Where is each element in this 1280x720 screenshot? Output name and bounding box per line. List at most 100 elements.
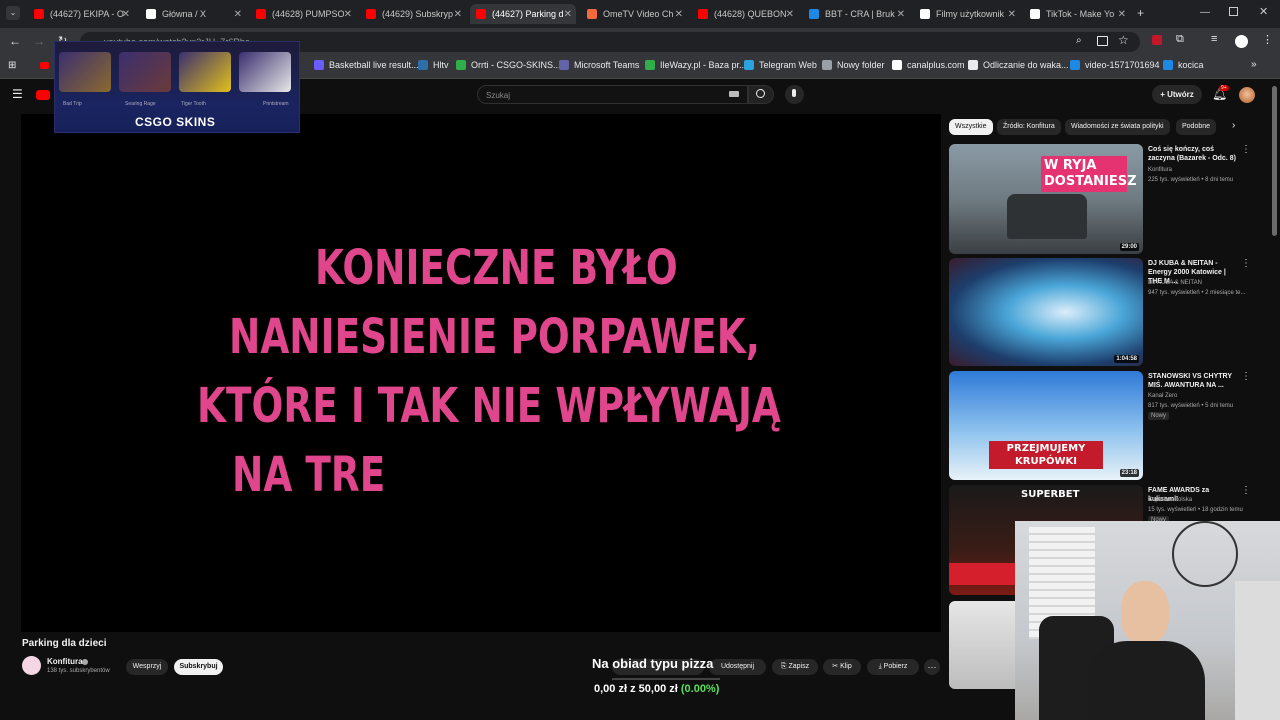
subscribe-button[interactable]: Subskrybuj xyxy=(174,659,223,675)
bookmark-item[interactable]: canalplus.com xyxy=(892,60,965,70)
skin-image-searing-rage xyxy=(119,52,171,92)
zoom-icon[interactable]: ⌕ xyxy=(1076,35,1082,46)
bookmark-item[interactable]: Hltv xyxy=(418,60,449,70)
chips-next-arrow-icon[interactable]: › xyxy=(1232,120,1235,131)
page-scrollbar[interactable] xyxy=(1272,86,1277,236)
download-button[interactable]: ⤓ Pobierz xyxy=(867,659,919,675)
streamer-webcam-overlay xyxy=(1015,521,1280,720)
profile-avatar[interactable] xyxy=(1235,35,1248,48)
browser-tab[interactable]: (44629) Subskryp ✕ xyxy=(360,4,466,24)
new-tab-button[interactable]: + xyxy=(1137,6,1144,20)
bookmark-youtube-icon[interactable] xyxy=(40,62,49,69)
chip-similar[interactable]: Podobne xyxy=(1176,119,1217,135)
related-video-channel[interactable]: Kanał Zero xyxy=(1148,393,1177,399)
browser-tab[interactable]: (44628) QUEBON ✕ xyxy=(692,4,798,24)
browser-tab[interactable]: (44627) EKIPA - O ✕ xyxy=(28,4,134,24)
chip-politics-news[interactable]: Wiadomości ze świata polityki xyxy=(1065,119,1170,135)
minimize-button[interactable]: — xyxy=(1200,7,1210,18)
browser-menu-icon[interactable]: ⋮ xyxy=(1262,33,1273,46)
bookmark-item[interactable]: Telegram Web xyxy=(744,60,817,70)
keyboard-icon[interactable] xyxy=(729,91,739,97)
related-video-thumbnail[interactable]: PRZEJMUJEMY KRUPÓWKI 23:18 xyxy=(949,371,1143,480)
tab-close-icon[interactable]: ✕ xyxy=(564,9,572,20)
search-button[interactable] xyxy=(748,85,774,104)
related-video-thumbnail[interactable]: 1:04:58 xyxy=(949,258,1143,366)
bookmark-item[interactable]: Odliczanie do waka... xyxy=(968,60,1069,70)
donation-separator: z xyxy=(630,683,636,695)
clip-button[interactable]: ✂ Klip xyxy=(823,659,861,675)
more-actions-button[interactable]: ⋯ xyxy=(924,659,940,675)
more-bookmarks-icon[interactable]: » xyxy=(1251,59,1257,70)
tab-close-icon[interactable]: ✕ xyxy=(786,9,794,20)
tab-close-icon[interactable]: ✕ xyxy=(675,9,683,20)
install-app-icon[interactable] xyxy=(1097,36,1108,46)
tab-favicon-icon xyxy=(476,9,486,19)
share-button[interactable]: Udostępnij xyxy=(709,659,766,675)
related-video-thumbnail[interactable]: W RYJA DOSTANIESZ 29:00 xyxy=(949,144,1143,254)
browser-tab[interactable]: (44627) Parking d ✕ xyxy=(470,4,576,24)
apps-grid-icon[interactable]: ⊞ xyxy=(8,60,16,71)
tab-close-icon[interactable]: ✕ xyxy=(1008,9,1016,20)
microphone-icon xyxy=(792,89,796,97)
back-arrow-icon[interactable]: ← xyxy=(9,34,21,48)
create-label: Utwórz xyxy=(1167,90,1194,99)
bookmark-star-icon[interactable]: ☆ xyxy=(1118,33,1129,47)
tab-close-icon[interactable]: ✕ xyxy=(454,9,462,20)
related-video-title[interactable]: Coś się kończy, coś zaczyna (Bazarek - O… xyxy=(1148,145,1240,163)
browser-tab[interactable]: OmeTV Video Ch ✕ xyxy=(581,4,687,24)
video-player[interactable] xyxy=(21,114,941,632)
tab-search-button[interactable]: ⌄ xyxy=(6,6,20,20)
bookmark-item[interactable]: video-1571701694 xyxy=(1070,60,1160,70)
bookmark-item[interactable]: Nowy folder xyxy=(822,60,885,70)
video-options-icon[interactable]: ⋮ xyxy=(1241,144,1251,155)
bookmark-item[interactable]: Basketball live result... xyxy=(314,60,419,70)
chip-all[interactable]: Wszystkie xyxy=(949,119,993,135)
media-control-icon[interactable]: ≡ xyxy=(1211,33,1217,45)
channel-name[interactable]: Konfitura xyxy=(47,657,83,666)
related-video-channel[interactable]: Konfitura xyxy=(1148,167,1172,173)
bookmark-label: video-1571701694 xyxy=(1085,60,1160,70)
bookmark-item[interactable]: IleWazy.pl - Baza pr... xyxy=(645,60,747,70)
create-button[interactable]: + Utwórz xyxy=(1152,85,1202,104)
browser-tab[interactable]: Główna / X ✕ xyxy=(140,4,246,24)
chip-source-konfitura[interactable]: Źródło: Konfitura xyxy=(997,119,1061,135)
bookmark-item[interactable]: Microsoft Teams xyxy=(559,60,639,70)
voice-search-button[interactable] xyxy=(785,85,804,104)
hamburger-menu-icon[interactable]: ☰ xyxy=(12,87,23,101)
channel-avatar[interactable] xyxy=(22,656,41,675)
extension-icon-red[interactable] xyxy=(1152,35,1162,45)
browser-tab[interactable]: BBT - CRA | Bruk ✕ xyxy=(803,4,909,24)
tab-close-icon[interactable]: ✕ xyxy=(1118,9,1126,20)
search-input[interactable]: Szukaj xyxy=(477,85,748,104)
support-button[interactable]: Wesprzyj xyxy=(126,659,168,675)
tab-title: (44629) Subskryp xyxy=(382,9,454,19)
tab-close-icon[interactable]: ✕ xyxy=(897,9,905,20)
skin-label: Bad Trip xyxy=(63,101,82,107)
browser-tab[interactable]: Filmy użytkownik ✕ xyxy=(914,4,1020,24)
related-video-meta: 947 tys. wyświetleń • 2 miesiące te... xyxy=(1148,290,1246,296)
related-video-channel[interactable]: Superbet Polska xyxy=(1148,497,1192,503)
tab-title: (44627) Parking d xyxy=(492,9,564,19)
tab-close-icon[interactable]: ✕ xyxy=(234,9,242,20)
bookmark-item[interactable]: Orrti - CSGO-SKINS... xyxy=(456,60,561,70)
forward-arrow-icon[interactable]: → xyxy=(33,34,45,48)
browser-tab[interactable]: (44628) PUMPSO ✕ xyxy=(250,4,356,24)
user-avatar[interactable] xyxy=(1239,87,1255,103)
video-options-icon[interactable]: ⋮ xyxy=(1241,371,1251,382)
bookmark-favicon-icon xyxy=(645,60,655,70)
csgo-skins-ad-banner[interactable]: Bad Trip Searing Rage Tiger Tooth Prints… xyxy=(54,41,300,133)
save-button[interactable]: ⎘ Zapisz xyxy=(772,659,818,675)
browser-tab[interactable]: TikTok - Make Yo ✕ xyxy=(1024,4,1130,24)
video-options-icon[interactable]: ⋮ xyxy=(1241,258,1251,269)
bookmark-label: Telegram Web xyxy=(759,60,817,70)
tab-close-icon[interactable]: ✕ xyxy=(344,9,352,20)
youtube-logo-icon[interactable] xyxy=(36,90,50,100)
close-window-button[interactable]: ✕ xyxy=(1259,5,1268,18)
related-video-channel[interactable]: DJ KUBA & NEITAN xyxy=(1148,280,1202,286)
bookmark-item[interactable]: kocica xyxy=(1163,60,1204,70)
extensions-puzzle-icon[interactable]: ⧉ xyxy=(1176,33,1184,46)
tab-close-icon[interactable]: ✕ xyxy=(122,9,130,20)
related-video-title[interactable]: STANOWSKI VS CHYTRY MIŚ. AWANTURA NA ... xyxy=(1148,372,1240,390)
maximize-button[interactable] xyxy=(1229,7,1238,16)
video-options-icon[interactable]: ⋮ xyxy=(1241,485,1251,496)
